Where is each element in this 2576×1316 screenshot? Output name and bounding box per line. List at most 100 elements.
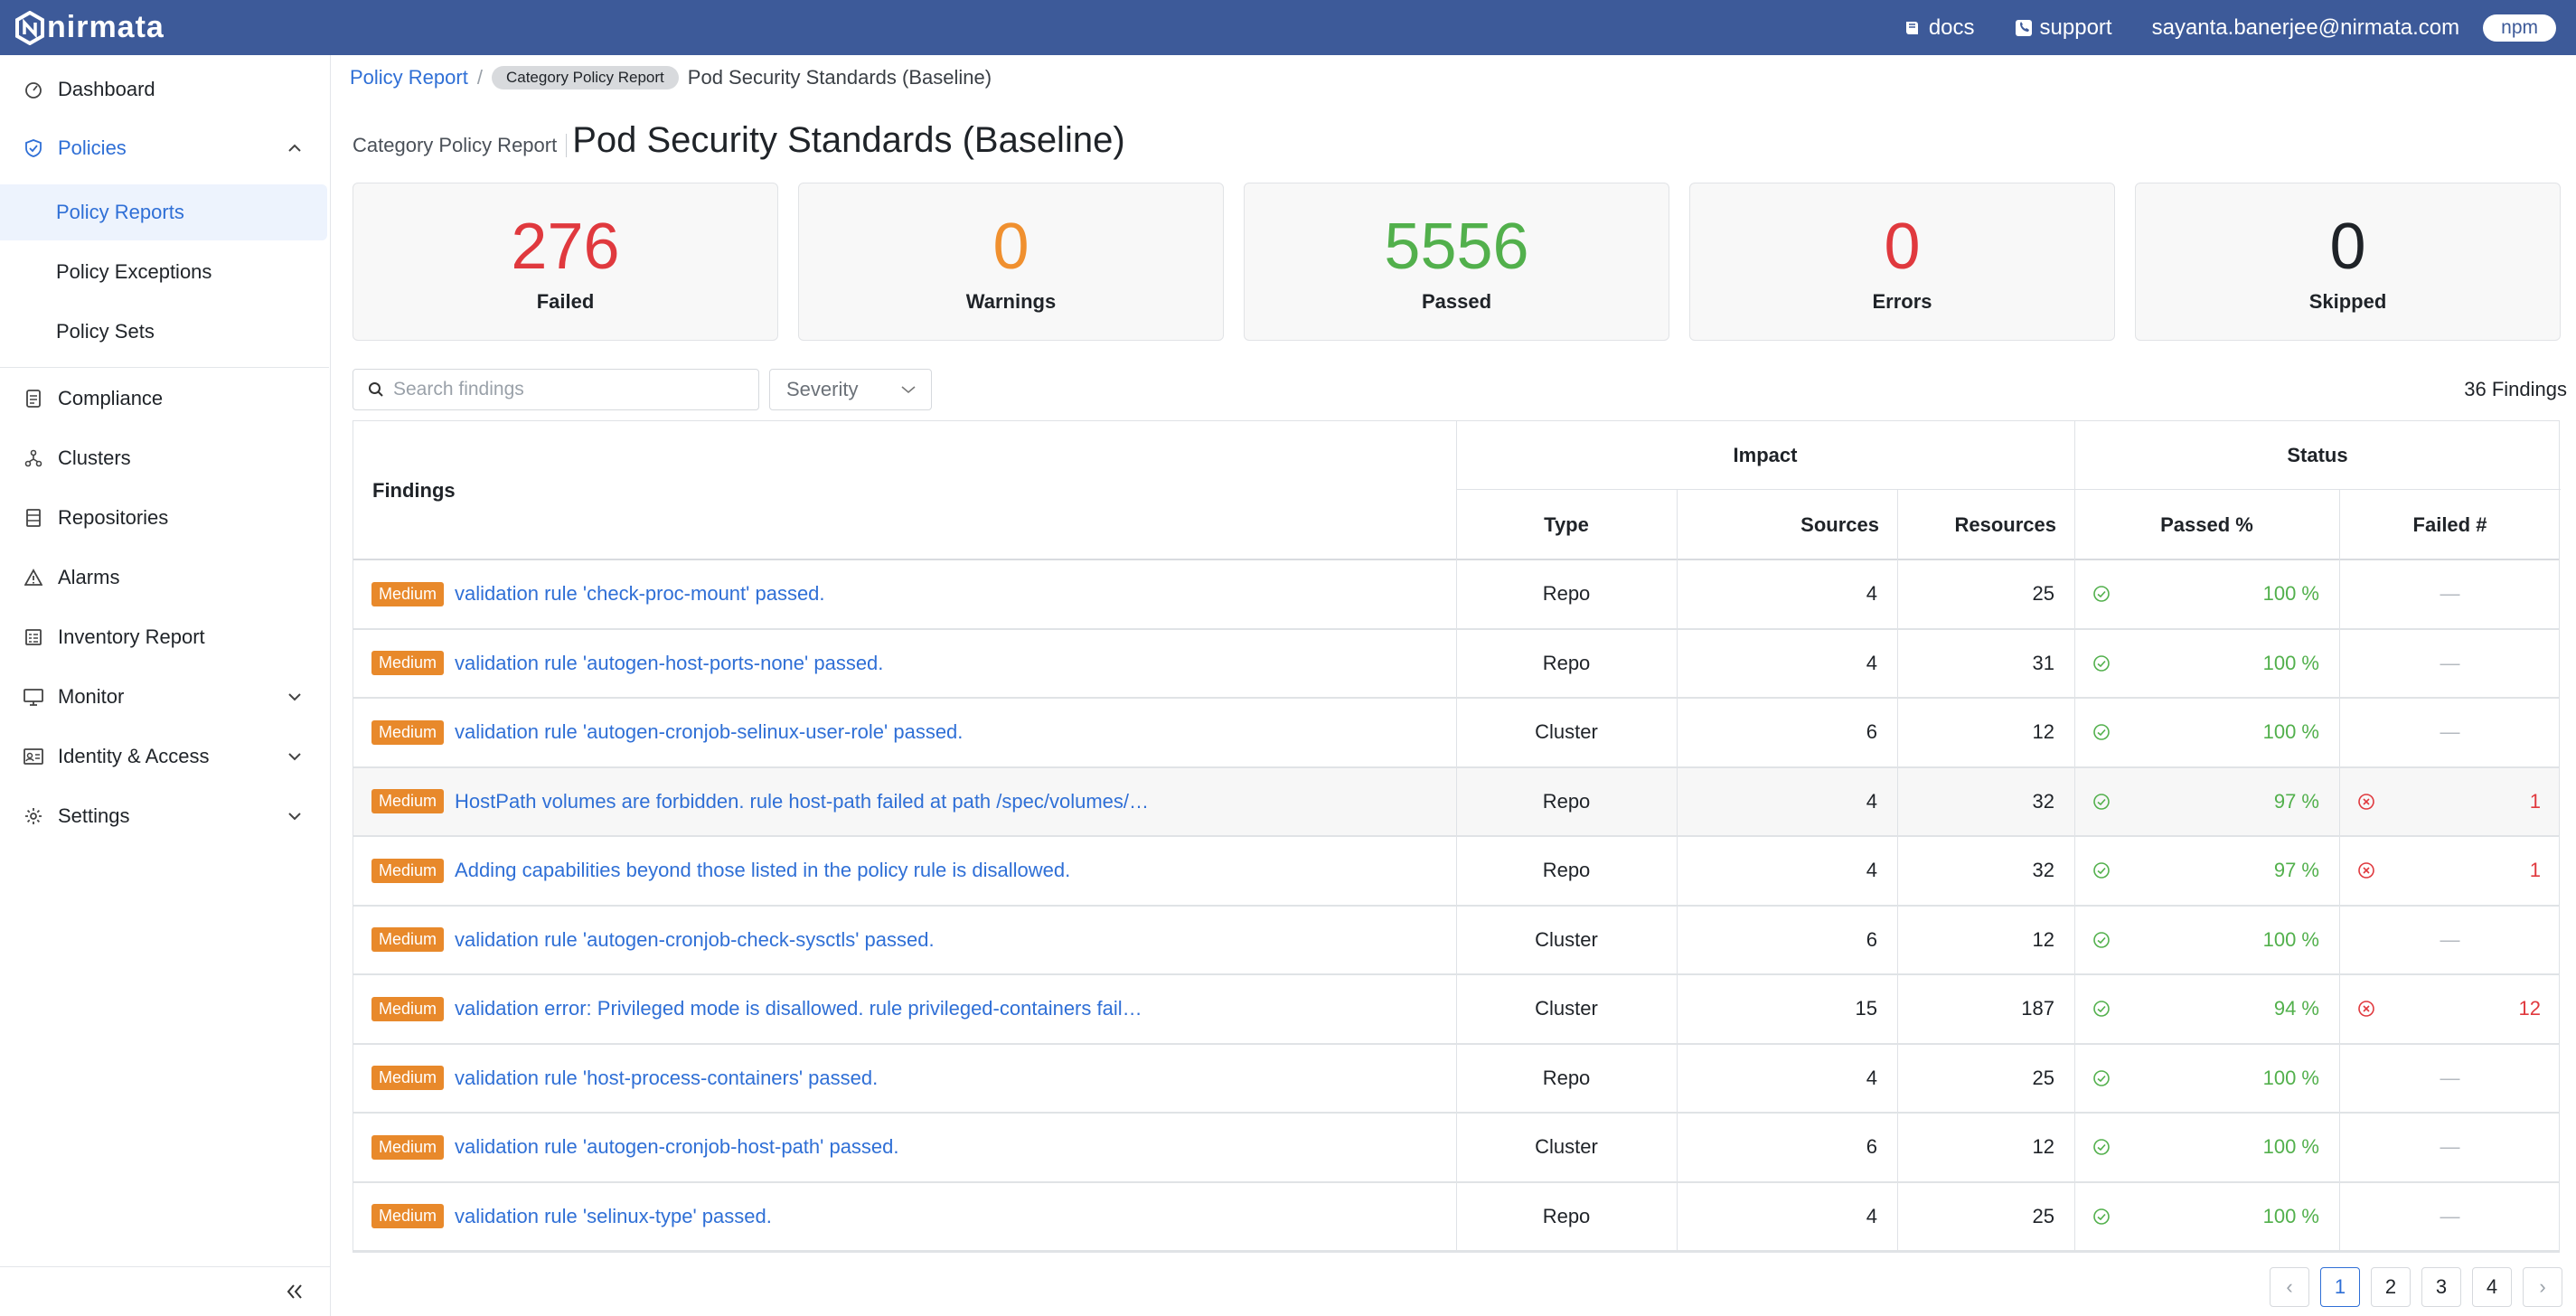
chevron-down-icon bbox=[900, 385, 917, 394]
stat-card-failed: 276 Failed bbox=[353, 183, 778, 341]
table-row[interactable]: Medium validation rule 'check-proc-mount'… bbox=[353, 560, 2559, 630]
sidebar-item-policy-sets[interactable]: Policy Sets bbox=[0, 304, 327, 360]
findings-count: 36 Findings bbox=[2464, 378, 2567, 400]
sidebar-item-label: Inventory Report bbox=[58, 625, 205, 648]
divider bbox=[0, 367, 329, 368]
search-input[interactable]: Search findings bbox=[353, 369, 759, 410]
sidebar-item-policy-exceptions[interactable]: Policy Exceptions bbox=[0, 244, 327, 300]
sidebar-item-repositories[interactable]: Repositories bbox=[0, 494, 329, 542]
header-resources[interactable]: Resources bbox=[1897, 490, 2074, 560]
sidebar-item-label: Policy Sets bbox=[56, 320, 155, 343]
header-impact: Impact bbox=[1733, 444, 1798, 466]
table-row[interactable]: Medium validation rule 'host-process-cont… bbox=[353, 1044, 2559, 1114]
finding-link[interactable]: validation error: Privileged mode is dis… bbox=[455, 997, 1142, 1020]
passed-cell: 100 % bbox=[2074, 907, 2339, 974]
sidebar-item-policy-reports[interactable]: Policy Reports bbox=[0, 184, 327, 240]
severity-badge: Medium bbox=[371, 1204, 445, 1229]
severity-badge: Medium bbox=[371, 1066, 445, 1091]
failed-count: — bbox=[2440, 582, 2460, 606]
stat-value: 5556 bbox=[1384, 211, 1529, 283]
page-button-4[interactable]: 4 bbox=[2472, 1267, 2512, 1307]
header-failed-num[interactable]: Failed # bbox=[2339, 490, 2561, 560]
passed-cell: 100 % bbox=[2074, 630, 2339, 698]
header-type[interactable]: Type bbox=[1456, 490, 1677, 560]
sidebar-item-policies[interactable]: Policies bbox=[0, 124, 329, 173]
sidebar-item-label: Compliance bbox=[58, 387, 164, 409]
sidebar-item-dashboard[interactable]: Dashboard bbox=[0, 65, 329, 114]
breadcrumb-category-chip[interactable]: Category Policy Report bbox=[491, 66, 679, 89]
passed-cell: 97 % bbox=[2074, 768, 2339, 836]
docs-link[interactable]: docs bbox=[1904, 15, 1975, 41]
passed-pct: 100 % bbox=[2262, 927, 2319, 951]
table-row[interactable]: Medium validation rule 'autogen-host-port… bbox=[353, 629, 2559, 699]
finding-link[interactable]: validation rule 'check-proc-mount' passe… bbox=[455, 582, 825, 606]
finding-link[interactable]: validation rule 'selinux-type' passed. bbox=[455, 1205, 772, 1228]
table-row[interactable]: Medium validation rule 'autogen-cronjob-c… bbox=[353, 906, 2559, 975]
passed-pct: 97 % bbox=[2273, 859, 2319, 882]
type-cell: Cluster bbox=[1535, 997, 1598, 1020]
sidebar-item-identity-access[interactable]: Identity & Access bbox=[0, 732, 329, 781]
sidebar-item-clusters[interactable]: Clusters bbox=[0, 434, 329, 483]
passed-cell: 94 % bbox=[2074, 975, 2339, 1043]
sidebar-item-settings[interactable]: Settings bbox=[0, 792, 329, 841]
finding-link[interactable]: Adding capabilities beyond those listed … bbox=[455, 859, 1070, 882]
sidebar-item-inventory-report[interactable]: Inventory Report bbox=[0, 613, 329, 662]
page-button-1[interactable]: 1 bbox=[2320, 1267, 2360, 1307]
nirmata-logo[interactable]: nirmata bbox=[14, 10, 165, 45]
table-row[interactable]: Medium validation rule 'selinux-type' pas… bbox=[353, 1182, 2559, 1252]
severity-select[interactable]: Severity bbox=[769, 369, 932, 410]
severity-badge: Medium bbox=[371, 996, 445, 1021]
header-status: Status bbox=[2287, 444, 2348, 466]
failed-cell: 12 bbox=[2339, 975, 2561, 1043]
finding-link[interactable]: validation rule 'autogen-host-ports-none… bbox=[455, 652, 883, 675]
passed-cell: 100 % bbox=[2074, 699, 2339, 766]
passed-pct: 100 % bbox=[2262, 582, 2319, 606]
resources-cell: 32 bbox=[2032, 789, 2054, 813]
breadcrumb: Policy Report / Category Policy Report P… bbox=[350, 66, 992, 89]
search-icon bbox=[369, 382, 383, 397]
finding-link[interactable]: validation rule 'autogen-cronjob-check-s… bbox=[455, 928, 935, 952]
identity-icon bbox=[24, 747, 43, 766]
table-row[interactable]: Medium validation error: Privileged mode … bbox=[353, 975, 2559, 1045]
finding-link[interactable]: validation rule 'autogen-cronjob-selinux… bbox=[455, 720, 963, 744]
user-email[interactable]: sayanta.banerjee@nirmata.com bbox=[2152, 15, 2460, 41]
chevron-up-icon bbox=[287, 144, 302, 153]
header-passed-pct[interactable]: Passed % bbox=[2074, 490, 2339, 560]
passed-cell: 100 % bbox=[2074, 1114, 2339, 1181]
type-cell: Repo bbox=[1542, 1066, 1591, 1089]
breadcrumb-policy-report[interactable]: Policy Report bbox=[350, 66, 468, 89]
resources-cell: 25 bbox=[2032, 1066, 2054, 1089]
sources-cell: 6 bbox=[1866, 1135, 1877, 1159]
collapse-sidebar-button[interactable] bbox=[0, 1266, 331, 1316]
table-row[interactable]: Medium Adding capabilities beyond those l… bbox=[353, 837, 2559, 907]
table-row[interactable]: Medium HostPath volumes are forbidden. ru… bbox=[353, 767, 2559, 837]
failed-count: 1 bbox=[2529, 789, 2541, 813]
table-row[interactable]: Medium validation rule 'autogen-cronjob-s… bbox=[353, 699, 2559, 768]
check-circle-icon bbox=[2092, 585, 2111, 603]
book-icon bbox=[1905, 21, 1918, 34]
sources-cell: 6 bbox=[1866, 927, 1877, 951]
page-button-3[interactable]: 3 bbox=[2421, 1267, 2461, 1307]
sidebar-item-alarms[interactable]: Alarms bbox=[0, 553, 329, 602]
sources-cell: 4 bbox=[1866, 651, 1877, 674]
finding-link[interactable]: validation rule 'host-process-containers… bbox=[455, 1067, 878, 1090]
finding-link[interactable]: HostPath volumes are forbidden. rule hos… bbox=[455, 790, 1149, 813]
check-circle-icon bbox=[2092, 1138, 2111, 1156]
sidebar-item-label: Repositories bbox=[58, 506, 169, 529]
tenant-badge[interactable]: npm bbox=[2483, 14, 2556, 42]
header-sources[interactable]: Sources bbox=[1677, 490, 1897, 560]
page-button-2[interactable]: 2 bbox=[2371, 1267, 2411, 1307]
sources-cell: 6 bbox=[1866, 720, 1877, 744]
finding-link[interactable]: validation rule 'autogen-cronjob-host-pa… bbox=[455, 1135, 899, 1159]
prev-page-button[interactable]: ‹ bbox=[2270, 1267, 2309, 1307]
sidebar-item-monitor[interactable]: Monitor bbox=[0, 672, 329, 721]
gear-icon bbox=[24, 806, 43, 826]
sidebar-item-compliance[interactable]: Compliance bbox=[0, 374, 329, 423]
check-circle-icon bbox=[2092, 654, 2111, 672]
support-link[interactable]: support bbox=[2015, 15, 2112, 41]
check-circle-icon bbox=[2092, 1208, 2111, 1226]
table-row[interactable]: Medium validation rule 'autogen-cronjob-h… bbox=[353, 1114, 2559, 1183]
next-page-button[interactable]: › bbox=[2523, 1267, 2562, 1307]
sources-cell: 4 bbox=[1866, 1204, 1877, 1227]
header-findings[interactable]: Findings bbox=[372, 421, 456, 560]
